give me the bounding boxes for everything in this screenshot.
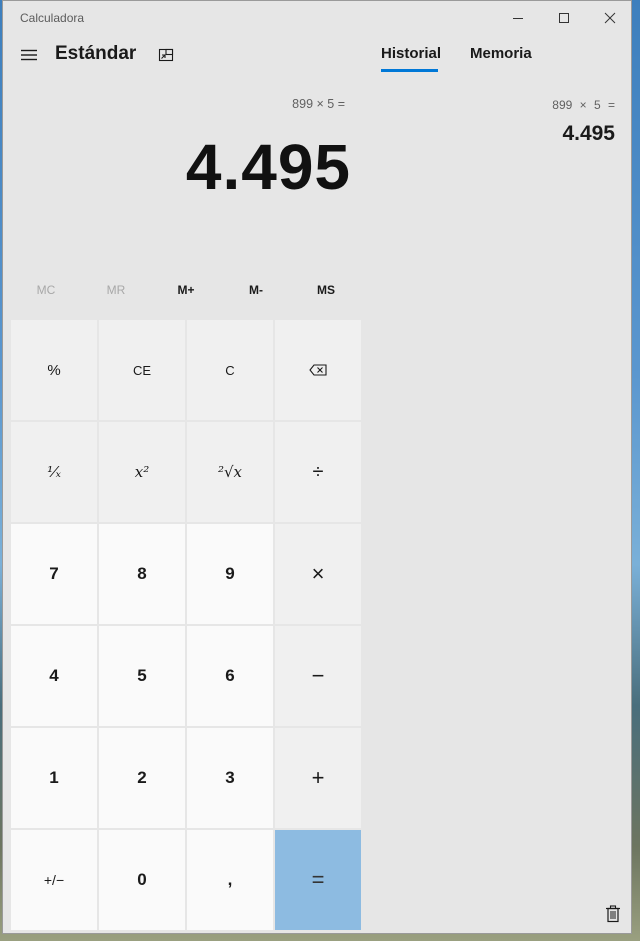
add-button[interactable]: + [275, 728, 361, 828]
clear-entry-button[interactable]: CE [99, 320, 185, 420]
memory-recall-button[interactable]: MR [81, 273, 151, 307]
memory-add-button[interactable]: M+ [151, 273, 221, 307]
app-title: Calculadora [20, 11, 85, 25]
title-bar[interactable]: Calculadora [3, 1, 631, 35]
tab-history[interactable]: Historial [381, 45, 441, 62]
trash-icon [606, 905, 620, 923]
digit-6-button[interactable]: 6 [187, 626, 273, 726]
minimize-icon [513, 18, 523, 19]
keypad: % CE C ¹⁄ₓ x² ²√x ÷ 7 8 9 × 4 5 6 − 1 2 … [11, 320, 364, 931]
digit-3-button[interactable]: 3 [187, 728, 273, 828]
backspace-icon [309, 364, 327, 376]
digit-4-button[interactable]: 4 [11, 626, 97, 726]
result-display: 4.495 [185, 131, 351, 203]
memory-store-button[interactable]: MS [291, 273, 361, 307]
memory-clear-button[interactable]: MC [11, 273, 81, 307]
navigation-menu-button[interactable] [13, 41, 45, 69]
memory-subtract-button[interactable]: M- [221, 273, 291, 307]
reciprocal-button[interactable]: ¹⁄ₓ [11, 422, 97, 522]
history-item-result[interactable]: 4.495 [562, 122, 615, 146]
close-button[interactable] [587, 1, 631, 35]
percent-button[interactable]: % [11, 320, 97, 420]
square-button[interactable]: x² [99, 422, 185, 522]
keep-on-top-icon [158, 48, 174, 62]
close-icon [604, 12, 616, 24]
maximize-icon [559, 13, 569, 23]
divide-button[interactable]: ÷ [275, 422, 361, 522]
digit-2-button[interactable]: 2 [99, 728, 185, 828]
calculator-mode-title: Estándar [55, 43, 137, 64]
hamburger-menu-icon [21, 49, 37, 61]
active-tab-indicator [381, 69, 438, 72]
digit-0-button[interactable]: 0 [99, 830, 185, 930]
expression-display: 899 × 5 = [292, 97, 345, 111]
digit-5-button[interactable]: 5 [99, 626, 185, 726]
tab-memory[interactable]: Memoria [470, 45, 532, 62]
minimize-button[interactable] [495, 1, 541, 35]
backspace-button[interactable] [275, 320, 361, 420]
clear-button[interactable]: C [187, 320, 273, 420]
history-item-expression[interactable]: 899 × 5 = [552, 98, 615, 112]
digit-1-button[interactable]: 1 [11, 728, 97, 828]
multiply-button[interactable]: × [275, 524, 361, 624]
memory-buttons-row: MC MR M+ M- MS [11, 273, 362, 307]
decimal-separator-button[interactable]: , [187, 830, 273, 930]
maximize-button[interactable] [541, 1, 587, 35]
digit-9-button[interactable]: 9 [187, 524, 273, 624]
clear-history-button[interactable] [601, 902, 625, 926]
square-root-button[interactable]: ²√x [187, 422, 273, 522]
digit-7-button[interactable]: 7 [11, 524, 97, 624]
calculator-window: Calculadora Estándar 899 × 5 = 4.495 MC … [2, 0, 632, 934]
digit-8-button[interactable]: 8 [99, 524, 185, 624]
negate-button[interactable]: +/− [11, 830, 97, 930]
equals-button[interactable]: = [275, 830, 361, 930]
subtract-button[interactable]: − [275, 626, 361, 726]
keep-on-top-button[interactable] [153, 43, 179, 67]
